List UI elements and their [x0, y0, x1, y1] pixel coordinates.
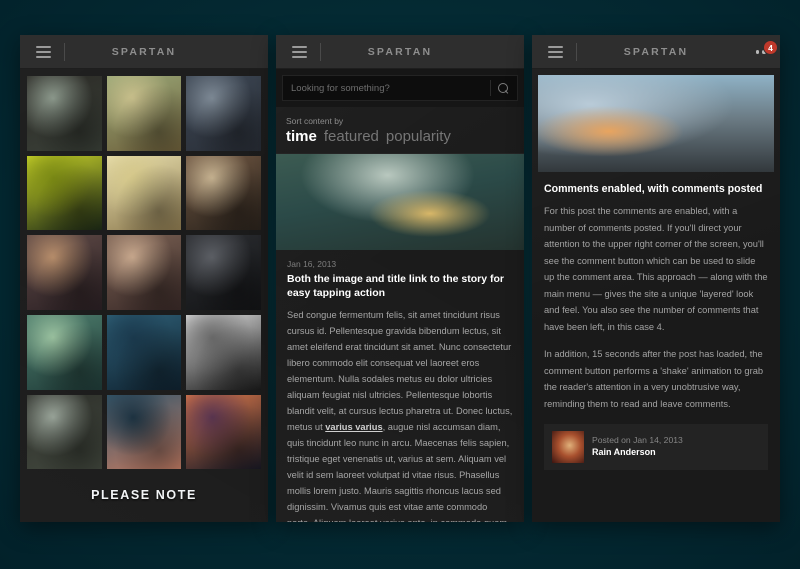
post-date: Jan 16, 2013	[287, 259, 337, 269]
post-text-part2: , augue nisl accumsan diam, quis tincidu…	[287, 422, 510, 522]
avatar	[552, 430, 584, 463]
thumbnail-bearded-man-dark[interactable]	[186, 235, 261, 311]
thumbnail-man-with-pipe-caricature[interactable]	[106, 394, 182, 470]
thumbnail-sunset-silhouette[interactable]	[186, 394, 261, 470]
thumbnail-burning-city-skyline[interactable]	[186, 76, 261, 151]
post-date: Posted on Jan 14, 2013	[592, 434, 683, 445]
hamburger-icon[interactable]	[538, 35, 572, 69]
thumbnail-overlay	[106, 315, 182, 390]
thumbnail-overlay	[27, 315, 102, 390]
post-text-part1: Sed congue fermentum felis, sit amet tin…	[287, 310, 513, 433]
thumbnail-hand-reaching-water[interactable]	[106, 315, 182, 390]
hamburger-icon[interactable]	[282, 35, 316, 69]
sort-label: Sort content by	[286, 116, 344, 126]
post-title-link[interactable]: Both the image and title link to the sto…	[287, 272, 513, 300]
feed-screen: SPARTAN Sort content by time featured po…	[276, 35, 524, 522]
thumbnail-grid	[20, 69, 268, 476]
post-hero-image[interactable]	[276, 154, 524, 250]
search-icon[interactable]	[498, 82, 509, 94]
thumbnail-bridge-with-horse[interactable]	[27, 76, 102, 151]
search-input[interactable]	[291, 82, 490, 94]
panel3-topbar: SPARTAN 4	[532, 35, 780, 69]
thumbnail-overlay	[186, 235, 261, 311]
thumbnail-overlay	[27, 394, 102, 470]
thumbnail-overlay	[186, 155, 261, 231]
thumbnail-overlay	[106, 76, 182, 151]
post-detail-screen: SPARTAN 4 Comments enabled, with comment…	[532, 35, 780, 522]
thumbnail-black-and-white-sketch[interactable]	[186, 315, 261, 390]
author-card[interactable]: Posted on Jan 14, 2013 Rain Anderson	[544, 423, 768, 470]
thumbnail-warrior-woman-sword[interactable]	[27, 235, 102, 311]
post-body: Jan 16, 2013 Both the image and title li…	[276, 250, 524, 522]
panel2-body: Sort content by time featured popularity…	[276, 69, 524, 522]
sort-bar: Sort content by time featured popularity	[276, 107, 524, 154]
thumbnail-overlay	[106, 155, 182, 231]
thumbnail-overlay	[27, 76, 102, 151]
thumbnail-redhead-woman-seated[interactable]	[106, 235, 182, 311]
thumbnail-green-forest-warrior[interactable]	[27, 155, 102, 231]
thumbnail-overlay	[27, 155, 102, 231]
post-text: Sed congue fermentum felis, sit amet tin…	[287, 308, 513, 522]
search-box[interactable]	[282, 75, 518, 101]
sort-option-featured[interactable]: featured	[324, 128, 379, 145]
search-divider	[490, 80, 491, 96]
panel1-topbar: SPARTAN	[20, 35, 268, 69]
post-paragraph: For this post the comments are enabled, …	[544, 206, 768, 332]
post-hero-image[interactable]	[538, 75, 774, 172]
sort-options: time featured popularity	[286, 128, 514, 145]
gallery-grid-screen: SPARTAN PLEASE NOTE	[20, 35, 268, 522]
post-paragraph: In addition, 15 seconds after the post h…	[544, 349, 764, 410]
comment-count-badge: 4	[763, 40, 778, 55]
thumbnail-overlay	[27, 235, 102, 311]
sort-option-time[interactable]: time	[286, 128, 317, 145]
panel2-topbar: SPARTAN	[276, 35, 524, 69]
author-meta: Posted on Jan 14, 2013 Rain Anderson	[592, 435, 683, 459]
panel1-body: PLEASE NOTE	[20, 69, 268, 522]
topbar-divider	[576, 42, 577, 61]
thumbnail-female-warrior-cloak[interactable]	[186, 155, 261, 231]
thumbnail-overlay	[106, 394, 182, 470]
app-stage: SPARTAN PLEASE NOTE SPARTAN Sort content…	[0, 0, 800, 569]
varius-varius-link[interactable]: varius varius	[325, 422, 382, 432]
post-text: For this post the comments are enabled, …	[538, 203, 774, 413]
sort-option-popularity[interactable]: popularity	[386, 128, 451, 145]
thumbnail-bridge-landscape-night[interactable]	[27, 394, 102, 470]
thumbnail-overlay	[186, 76, 261, 151]
post-title[interactable]: Comments enabled, with comments posted	[538, 172, 774, 203]
please-note-label: PLEASE NOTE	[91, 488, 197, 502]
thumbnail-overlay	[106, 235, 182, 311]
thumbnail-autumn-landscape[interactable]	[106, 76, 182, 151]
thumbnail-blonde-girl-portrait[interactable]	[106, 155, 182, 231]
author-name: Rain Anderson	[592, 447, 656, 458]
hamburger-icon[interactable]	[26, 35, 60, 69]
topbar-divider	[64, 42, 65, 61]
panel3-body: Comments enabled, with comments posted F…	[532, 69, 780, 522]
topbar-divider	[320, 42, 321, 61]
comment-button[interactable]: 4	[755, 35, 778, 69]
thumbnail-overlay	[186, 315, 261, 390]
thumbnail-figure-on-cliff[interactable]	[27, 315, 102, 390]
thumbnail-overlay	[186, 394, 261, 470]
search-area	[276, 69, 524, 107]
